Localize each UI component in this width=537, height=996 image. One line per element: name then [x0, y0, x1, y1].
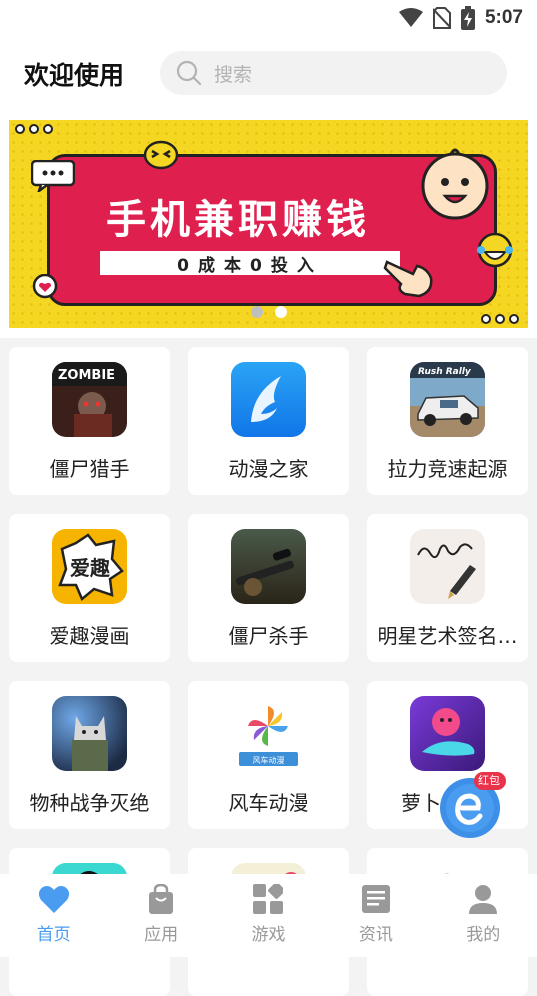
app-card[interactable]: 僵尸杀手	[188, 514, 349, 662]
app-label: 拉力竞速起源	[387, 457, 508, 481]
svg-text:爱趣: 爱趣	[70, 556, 111, 580]
bag-icon	[149, 884, 174, 914]
battery-charging-icon	[460, 6, 475, 30]
no-sim-icon	[432, 7, 451, 29]
wifi-icon	[398, 8, 423, 27]
status-bar: 5:07	[0, 0, 537, 36]
soldier-cat-icon	[52, 696, 127, 771]
banner-pager	[251, 306, 287, 318]
banner-decor-dots	[481, 314, 519, 324]
app-card[interactable]: 爱趣 爱趣漫画	[9, 514, 170, 662]
tab-label: 应用	[144, 925, 179, 945]
pointing-hand-icon	[383, 260, 433, 298]
tab-label: 游戏	[251, 925, 286, 945]
tab-home[interactable]: 首页	[9, 884, 99, 945]
page-title: 欢迎使用	[24, 61, 125, 90]
feather-icon	[231, 362, 306, 437]
banner-headline: 手机兼职赚钱	[106, 197, 370, 243]
tab-news[interactable]: 资讯	[331, 884, 421, 945]
svg-text:ZOMBIE: ZOMBIE	[58, 368, 115, 383]
app-card[interactable]: ZOMBIE 僵尸猎手	[9, 347, 170, 495]
laughing-emoji-icon	[477, 232, 513, 268]
banner-section: 手机兼职赚钱 0成本0投入	[0, 112, 537, 338]
chat-bubble-icon	[31, 160, 75, 192]
banner-decor-dots	[15, 124, 53, 134]
app-card[interactable]: 物种战争灭绝	[9, 681, 170, 829]
pager-dot-active[interactable]	[275, 306, 287, 318]
app-label: 僵尸杀手	[228, 624, 309, 648]
clock: 5:07	[484, 7, 523, 28]
search-placeholder: 搜索	[214, 63, 253, 86]
app-card[interactable]: 明星艺术签名…	[367, 514, 528, 662]
grid-icon	[253, 884, 284, 914]
app-card[interactable]: 动漫之家	[188, 347, 349, 495]
baby-face-icon	[421, 148, 489, 220]
red-packet-button[interactable]: 红包	[436, 770, 508, 842]
app-card[interactable]: Rush Rally 拉力竞速起源	[367, 347, 528, 495]
heart-icon	[38, 886, 69, 913]
tab-label: 我的	[466, 925, 501, 945]
search-input[interactable]: 搜索	[160, 51, 507, 95]
squint-emoji-icon	[143, 140, 179, 170]
app-label: 爱趣漫画	[49, 624, 130, 648]
app-label: 僵尸猎手	[49, 457, 130, 481]
app-label: 动漫之家	[228, 457, 309, 481]
banner-subline: 0成本0投入	[100, 251, 400, 276]
svg-text:Rush Rally: Rush Rally	[418, 367, 472, 377]
tab-profile[interactable]: 我的	[438, 884, 528, 945]
signature-pen-icon	[410, 529, 485, 604]
dolphin-icon	[410, 696, 485, 771]
app-label: 明星艺术签名…	[377, 624, 518, 648]
news-icon	[361, 885, 390, 913]
user-icon	[469, 885, 498, 914]
app-card[interactable]: 风车动漫 风车动漫	[188, 681, 349, 829]
pager-dot[interactable]	[251, 306, 263, 318]
tab-label: 资讯	[358, 925, 393, 945]
zombie-hunter-icon: ZOMBIE	[52, 362, 127, 437]
red-packet-badge: 红包	[478, 774, 500, 787]
app-label: 风车动漫	[228, 791, 309, 815]
bottom-tab-bar: 首页 应用 游戏 资讯 我的	[0, 874, 537, 957]
sniper-icon	[231, 529, 306, 604]
tab-label: 首页	[36, 925, 71, 945]
tab-games[interactable]: 游戏	[223, 884, 313, 945]
svg-text:风车动漫: 风车动漫	[253, 755, 285, 765]
heart-bubble-icon	[32, 274, 58, 299]
header: 欢迎使用 搜索	[0, 36, 537, 112]
aiqu-comic-icon: 爱趣	[52, 529, 127, 604]
search-icon	[176, 60, 202, 86]
app-label: 物种战争灭绝	[29, 791, 150, 815]
rally-car-icon: Rush Rally	[410, 362, 485, 437]
pinwheel-icon: 风车动漫	[231, 696, 306, 771]
tab-apps[interactable]: 应用	[116, 884, 206, 945]
banner[interactable]: 手机兼职赚钱 0成本0投入	[9, 120, 528, 328]
